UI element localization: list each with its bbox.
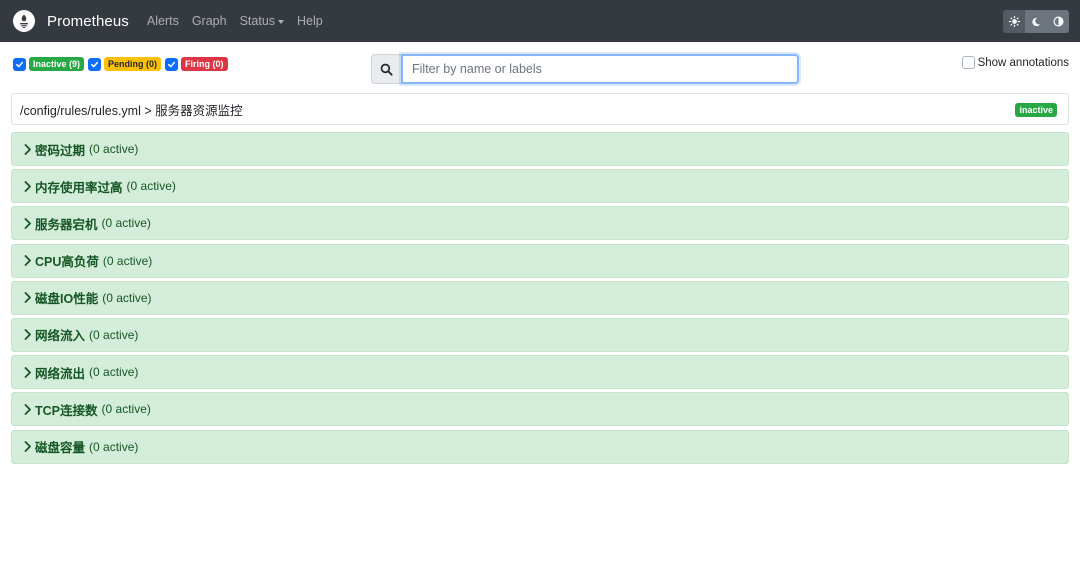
firing-checkbox[interactable] (165, 57, 179, 71)
rule-name: 网络流入 (35, 329, 86, 344)
sun-icon[interactable] (1003, 10, 1025, 33)
group-status-badge: inactive (1015, 103, 1057, 117)
show-annotations-label: Show annotations (977, 56, 1069, 69)
chevron-right-icon (24, 441, 32, 452)
rule-active-count: (0 active) (101, 402, 151, 417)
brand-title: Prometheus (47, 12, 129, 30)
chevron-right-icon (24, 329, 32, 341)
navbar: Prometheus Alerts Graph Status Help (0, 0, 1080, 42)
pending-checkbox[interactable] (88, 57, 102, 71)
state-filters: Inactive (9) Pending (0) Firing (0) (13, 57, 232, 71)
rule-name: TCP连接数 (35, 403, 98, 418)
rule-active-count: (0 active) (89, 142, 139, 156)
chevron-right-icon (24, 143, 32, 155)
rule-active-count: (0 active) (89, 439, 139, 454)
rule-group-header: /config/rules/rules.yml > 服务器资源监控 inacti… (11, 93, 1069, 125)
rule-row[interactable]: CPU高负荷 (0 active) (11, 243, 1069, 278)
inactive-checkbox[interactable] (13, 57, 26, 71)
nav-links: Alerts Graph Status Help (147, 14, 336, 28)
rule-row[interactable]: TCP连接数 (0 active) (11, 392, 1069, 427)
rule-row[interactable]: 内存使用率过高 (0 active) (11, 169, 1069, 204)
chevron-right-icon (24, 255, 32, 266)
moon-icon[interactable] (1025, 10, 1047, 33)
chevron-right-icon (24, 366, 32, 378)
inactive-badge[interactable]: Inactive (9) (29, 57, 85, 71)
show-annotations-toggle[interactable]: Show annotations (961, 56, 1069, 69)
rule-group-path: /config/rules/rules.yml > 服务器资源监控 (20, 103, 243, 118)
firing-badge[interactable]: Firing (0) (181, 57, 228, 71)
show-annotations-checkbox[interactable] (961, 56, 975, 69)
rule-active-count: (0 active) (126, 179, 176, 194)
rule-name: 服务器宕机 (35, 217, 98, 232)
search-group (371, 54, 799, 84)
chevron-right-icon (24, 217, 32, 229)
search-icon (371, 54, 401, 84)
rule-row[interactable]: 服务器宕机 (0 active) (11, 206, 1069, 241)
rule-row[interactable]: 网络流出 (0 active) (11, 355, 1069, 390)
rule-active-count: (0 active) (102, 253, 153, 268)
rule-name: CPU高负荷 (35, 255, 99, 270)
nav-link-graph[interactable]: Graph (192, 14, 227, 28)
pending-badge[interactable]: Pending (0) (104, 57, 162, 71)
caret-down-icon (278, 19, 285, 24)
rule-name: 密码过期 (35, 143, 86, 158)
rule-active-count: (0 active) (89, 365, 139, 380)
rule-active-count: (0 active) (102, 290, 152, 305)
contrast-icon[interactable] (1047, 10, 1069, 33)
rule-row[interactable]: 网络流入 (0 active) (11, 317, 1069, 352)
rule-row[interactable]: 磁盘容量 (0 active) (11, 429, 1069, 464)
prometheus-logo-icon (13, 10, 35, 32)
brand[interactable]: Prometheus (13, 10, 129, 32)
nav-link-status-label: Status (239, 14, 276, 28)
nav-link-help[interactable]: Help (297, 14, 323, 28)
search-input[interactable] (401, 54, 799, 84)
chevron-right-icon (24, 403, 32, 415)
rule-active-count: (0 active) (89, 327, 139, 342)
rule-row[interactable]: 磁盘IO性能 (0 active) (11, 280, 1069, 315)
rule-list: 密码过期 (0 active) 内存使用率过高 (0 active) 服务器宕机… (11, 132, 1069, 467)
rule-active-count: (0 active) (101, 216, 151, 231)
rule-name: 磁盘IO性能 (35, 292, 99, 307)
chevron-right-icon (24, 180, 32, 192)
rule-row[interactable]: 密码过期 (0 active) (11, 132, 1069, 166)
nav-link-alerts[interactable]: Alerts (147, 14, 179, 28)
nav-link-status[interactable]: Status (239, 14, 285, 28)
theme-toggle-group (1003, 10, 1069, 33)
chevron-right-icon (24, 292, 32, 304)
rule-name: 磁盘容量 (35, 441, 86, 455)
rule-name: 内存使用率过高 (35, 180, 123, 195)
rule-name: 网络流出 (35, 366, 86, 381)
